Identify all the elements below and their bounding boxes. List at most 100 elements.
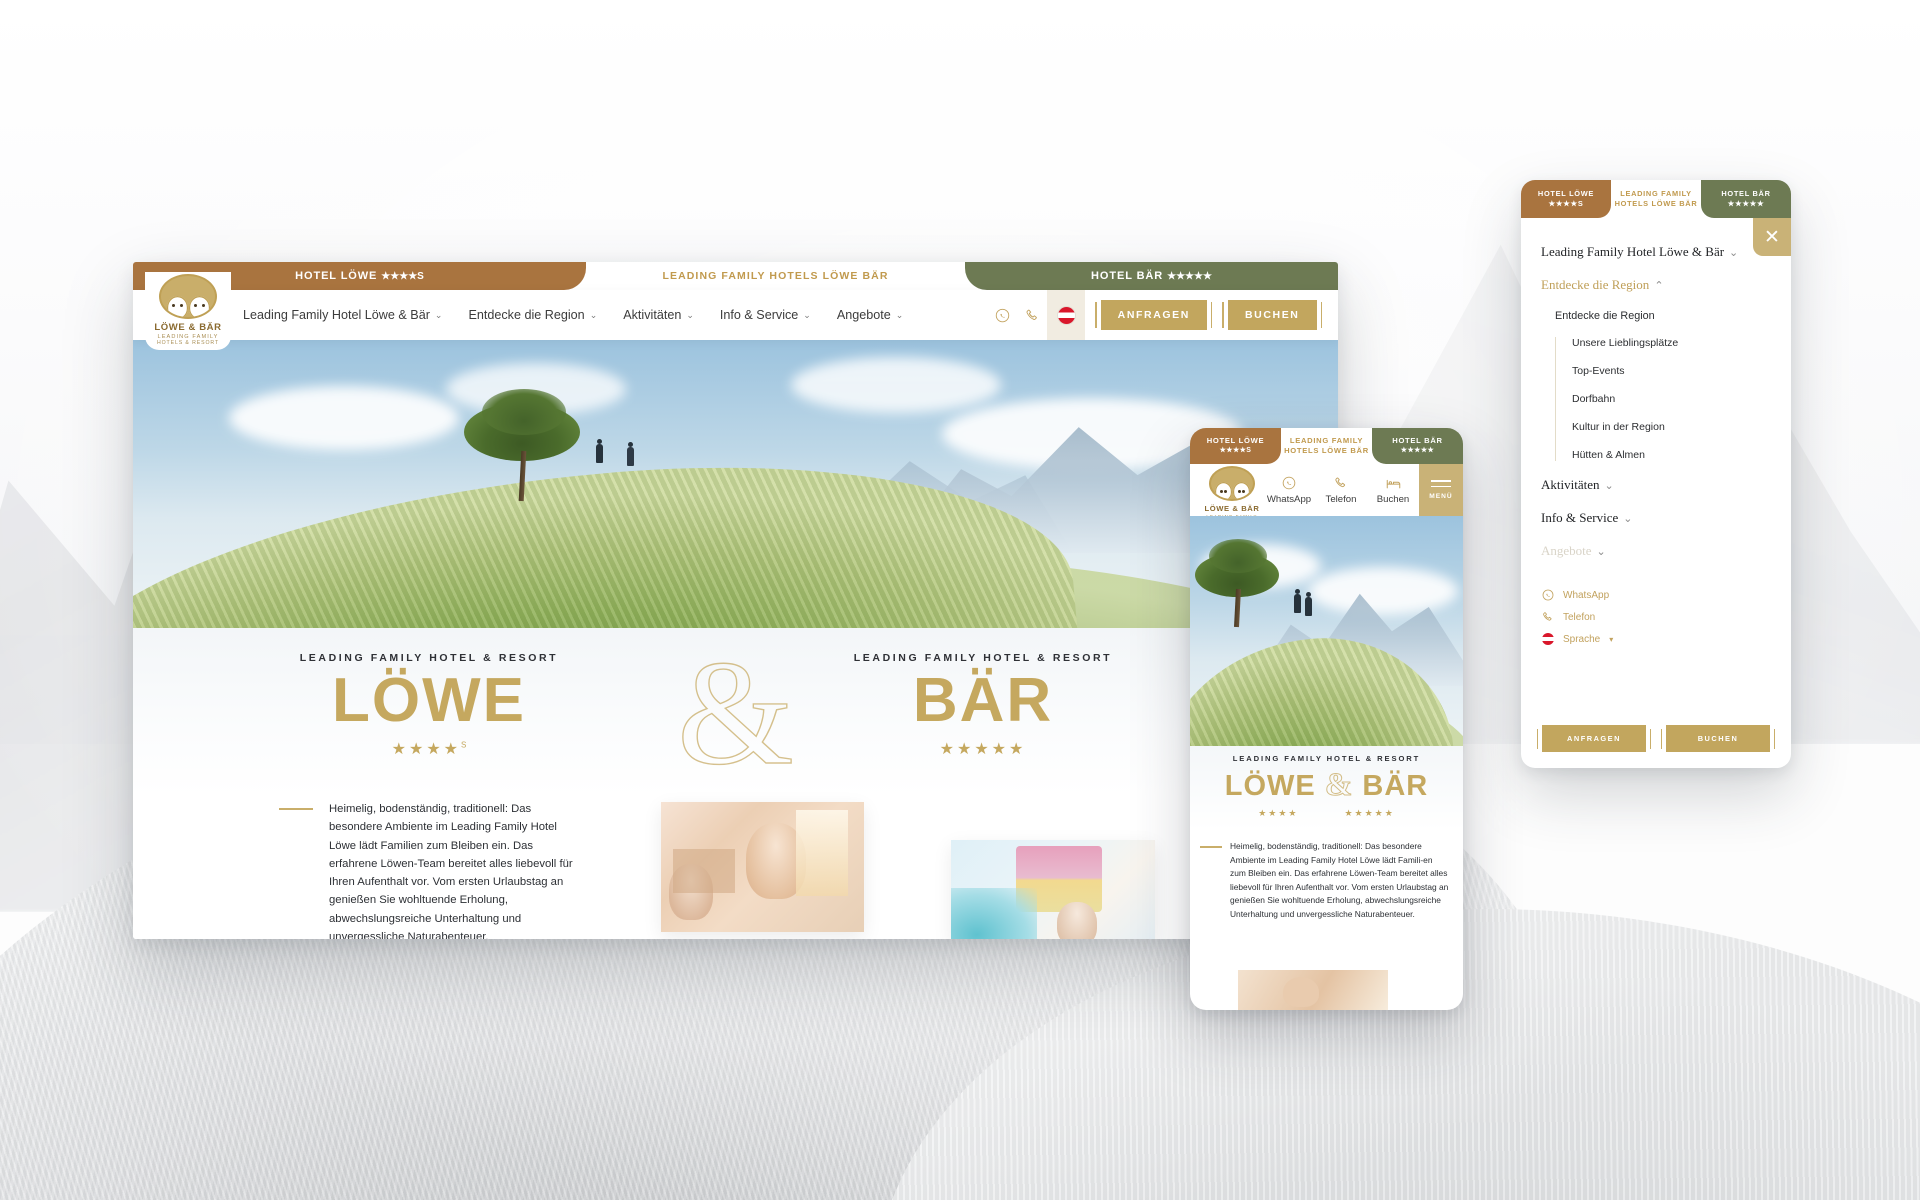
- tablet-contact-whatsapp[interactable]: WhatsApp: [1541, 589, 1771, 601]
- menu-item-region[interactable]: Entdecke die Region ⌃: [1541, 277, 1771, 293]
- phone-action-whatsapp[interactable]: WhatsApp: [1263, 475, 1315, 505]
- nav-item-region[interactable]: Entdecke die Region ⌄: [468, 308, 597, 322]
- hamburger-icon: [1431, 479, 1451, 482]
- phone-hero-name-right: BÄR: [1362, 770, 1429, 802]
- menu-region-heading[interactable]: Entdecke die Region: [1555, 310, 1771, 322]
- desktop-mockup: HOTEL LÖWE ★★★★S LEADING FAMILY HOTELS L…: [133, 262, 1338, 939]
- tablet-contact-language[interactable]: Sprache ▾: [1541, 633, 1771, 645]
- phone-icon[interactable]: [1017, 290, 1047, 340]
- menu-child-top-events[interactable]: Top-Events: [1572, 365, 1771, 377]
- menu-item-offers-label: Angebote: [1541, 543, 1592, 558]
- phone-tab-leading-family[interactable]: LEADING FAMILY HOTELS LÖWE BÄR: [1281, 428, 1372, 464]
- phone-hero-tree: [1195, 538, 1280, 627]
- desktop-nav-actions: ANFRAGEN BUCHEN: [987, 290, 1338, 340]
- tab-hotel-baer[interactable]: HOTEL BÄR ★★★★★: [965, 262, 1338, 290]
- book-button[interactable]: BUCHEN: [1227, 300, 1317, 330]
- phone-tab-hotel-baer[interactable]: HOTEL BÄR ★★★★★: [1372, 428, 1463, 464]
- language-selector[interactable]: [1047, 290, 1086, 340]
- whatsapp-icon: [1282, 475, 1296, 491]
- hiker-figure: [1293, 589, 1301, 614]
- phone-menu-button[interactable]: MENÜ: [1419, 464, 1463, 516]
- menu-item-region-label: Entdecke die Region: [1541, 277, 1650, 292]
- tab-leading-family[interactable]: LEADING FAMILY HOTELS LÖWE BÄR: [586, 262, 965, 290]
- tablet-book-group: BUCHEN: [1661, 725, 1775, 752]
- divider: [1210, 302, 1213, 328]
- nav-item-activities[interactable]: Aktivitäten ⌄: [623, 308, 694, 322]
- nav-item-info[interactable]: Info & Service ⌄: [720, 308, 811, 322]
- phone-gallery-photo[interactable]: [1238, 970, 1388, 1010]
- chevron-down-icon: ▾: [1609, 634, 1614, 644]
- cloud-icon: [790, 357, 1001, 414]
- menu-item-offers[interactable]: Angebote ⌄: [1541, 543, 1771, 559]
- phone-hero-name: LÖWE & BÄR: [1190, 767, 1463, 804]
- tablet-contact-phone[interactable]: Telefon: [1541, 611, 1771, 623]
- menu-item-activities-label: Aktivitäten: [1541, 477, 1600, 492]
- phone-ampersand: &: [1324, 767, 1354, 804]
- tablet-tab-leading-family[interactable]: LEADING FAMILY HOTELS LÖWE BÄR: [1611, 180, 1701, 218]
- phone-action-whatsapp-label: WhatsApp: [1266, 494, 1312, 505]
- tablet-tab-hotel-loewe[interactable]: HOTEL LÖWE ★★★★S: [1521, 180, 1611, 218]
- divider: [1661, 728, 1663, 749]
- chevron-down-icon: ⌄: [1596, 546, 1606, 558]
- intro-block: Heimelig, bodenständig, traditionell: Da…: [279, 800, 579, 939]
- inquire-button[interactable]: ANFRAGEN: [1100, 300, 1207, 330]
- tab-hotel-baer-stars: ★★★★★: [1167, 270, 1212, 282]
- cloud-icon: [1307, 566, 1458, 615]
- phone-tab-baer-label: HOTEL BÄR: [1392, 436, 1443, 446]
- divider: [1537, 728, 1539, 749]
- phone-intro-text: Heimelig, bodenständig, traditionell: Da…: [1230, 841, 1449, 920]
- tablet-contact-language-label: Sprache: [1563, 633, 1601, 645]
- phone-hero-image: [1190, 516, 1463, 746]
- gallery-photo-children-painting[interactable]: [661, 802, 864, 932]
- menu-child-huetten-almen[interactable]: Hütten & Almen: [1572, 449, 1771, 461]
- nav-item-activities-label: Aktivitäten: [623, 308, 682, 322]
- phone-intro-block: Heimelig, bodenständig, traditionell: Da…: [1190, 830, 1463, 922]
- divider: [1649, 728, 1651, 749]
- divider: [1773, 728, 1775, 749]
- phone-hotel-tabbar: HOTEL LÖWE ★★★★S LEADING FAMILY HOTELS L…: [1190, 428, 1463, 464]
- menu-item-hotel[interactable]: Leading Family Hotel Löwe & Bär ⌄: [1541, 244, 1771, 260]
- menu-item-info[interactable]: Info & Service ⌄: [1541, 510, 1771, 526]
- close-icon[interactable]: ✕: [1753, 218, 1791, 256]
- chevron-down-icon: ⌄: [589, 309, 598, 320]
- phone-tab-loewe-label: HOTEL LÖWE: [1206, 436, 1265, 446]
- gallery-photo-waterpark[interactable]: [951, 840, 1155, 939]
- inquire-button-group: ANFRAGEN: [1095, 300, 1213, 330]
- whatsapp-icon[interactable]: [987, 290, 1017, 340]
- austria-flag-icon: [1057, 306, 1075, 324]
- tablet-tab-hotel-baer[interactable]: HOTEL BÄR ★★★★★: [1701, 180, 1791, 218]
- desktop-nav-links: Leading Family Hotel Löwe & Bär ⌄ Entdec…: [243, 308, 903, 322]
- menu-child-lieblingsplaetze[interactable]: Unsere Lieblingsplätze: [1572, 337, 1771, 349]
- phone-hero-title-block: LEADING FAMILY HOTEL & RESORT LÖWE & BÄR…: [1190, 746, 1463, 830]
- nav-item-hotel[interactable]: Leading Family Hotel Löwe & Bär ⌄: [243, 308, 442, 322]
- austria-flag-icon: [1541, 633, 1554, 645]
- baer-stars: ★★★★★: [939, 741, 1027, 759]
- logo-emblem-icon: [1209, 466, 1255, 501]
- menu-region-children: Unsere Lieblingsplätze Top-Events Dorfba…: [1555, 337, 1771, 461]
- lion-head-icon: [1214, 482, 1232, 499]
- phone-action-phone[interactable]: Telefon: [1315, 475, 1367, 505]
- phone-menu-label: MENÜ: [1429, 493, 1453, 501]
- site-logo[interactable]: LÖWE & BÄR LEADING FAMILY HOTELS & RESOR…: [145, 272, 231, 350]
- logo-subtitle-2: HOTELS & RESORT: [156, 340, 220, 346]
- menu-item-activities[interactable]: Aktivitäten ⌄: [1541, 477, 1771, 493]
- divider: [1222, 302, 1224, 328]
- phone-tab-lf-line1: LEADING FAMILY: [1289, 435, 1364, 445]
- tab-hotel-loewe-label: HOTEL LÖWE: [295, 270, 378, 282]
- nav-item-offers[interactable]: Angebote ⌄: [837, 308, 903, 322]
- desktop-intro-section: Heimelig, bodenständig, traditionell: Da…: [133, 796, 1338, 939]
- phone-tab-hotel-loewe[interactable]: HOTEL LÖWE ★★★★S: [1190, 428, 1281, 464]
- tablet-inquire-button[interactable]: ANFRAGEN: [1542, 725, 1646, 752]
- hiker-figure: [595, 438, 603, 463]
- hamburger-icon: [1431, 485, 1451, 488]
- chevron-down-icon: ⌄: [1729, 247, 1739, 259]
- phone-action-book[interactable]: Buchen: [1367, 475, 1419, 505]
- tablet-book-button[interactable]: BUCHEN: [1666, 725, 1770, 752]
- menu-child-dorfbahn[interactable]: Dorfbahn: [1572, 393, 1771, 405]
- phone-icon: [1541, 611, 1554, 623]
- menu-child-kultur[interactable]: Kultur in der Region: [1572, 421, 1771, 433]
- baer-kicker: LEADING FAMILY HOTEL & RESORT: [853, 652, 1113, 664]
- desktop-navbar: LÖWE & BÄR LEADING FAMILY HOTELS & RESOR…: [133, 272, 1338, 350]
- hiker-figure: [627, 441, 635, 466]
- chevron-down-icon: ⌄: [895, 309, 904, 320]
